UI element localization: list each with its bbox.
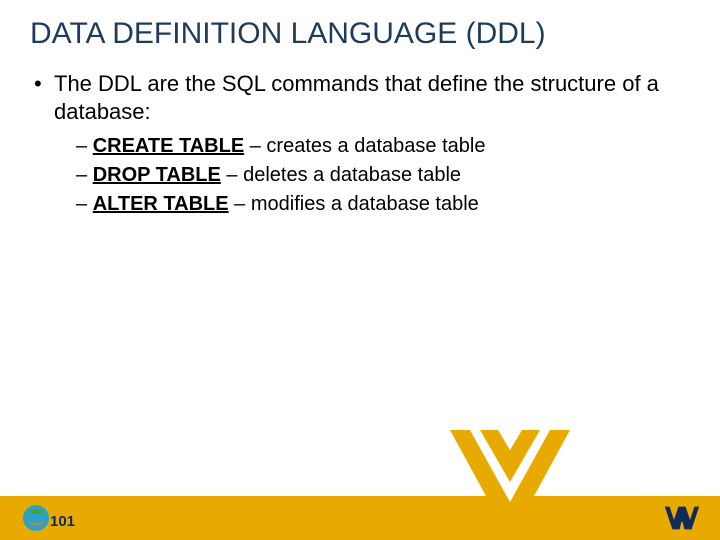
list-item: – ALTER TABLE – modifies a database tabl… [76, 191, 690, 218]
footer-bar [0, 496, 720, 540]
command-desc: – creates a database table [244, 135, 485, 157]
command-desc: – deletes a database table [221, 164, 461, 186]
slide-title: DATA DEFINITION LANGUAGE (DDL) [0, 0, 720, 52]
command-name: ALTER TABLE [93, 193, 229, 215]
intro-text: The DDL are the SQL commands that define… [54, 70, 690, 125]
list-item: – CREATE TABLE – creates a database tabl… [76, 133, 690, 160]
svg-text:101: 101 [50, 513, 75, 530]
list-item: – DROP TABLE – deletes a database table [76, 162, 690, 189]
slide: DATA DEFINITION LANGUAGE (DDL) • The DDL… [0, 0, 720, 540]
command-name: CREATE TABLE [93, 135, 244, 157]
dash-icon: – [76, 135, 93, 157]
command-desc: – modifies a database table [229, 193, 479, 215]
command-name: DROP TABLE [93, 164, 221, 186]
bullet-dot-icon: • [30, 70, 54, 98]
dash-icon: – [76, 164, 93, 186]
wv-logo-icon [662, 502, 702, 534]
dash-icon: – [76, 193, 93, 215]
course-logo-icon: 101 [22, 502, 76, 534]
bullet-level1: • The DDL are the SQL commands that defi… [30, 70, 690, 125]
command-list: – CREATE TABLE – creates a database tabl… [30, 133, 690, 218]
content-area: • The DDL are the SQL commands that defi… [0, 52, 720, 218]
